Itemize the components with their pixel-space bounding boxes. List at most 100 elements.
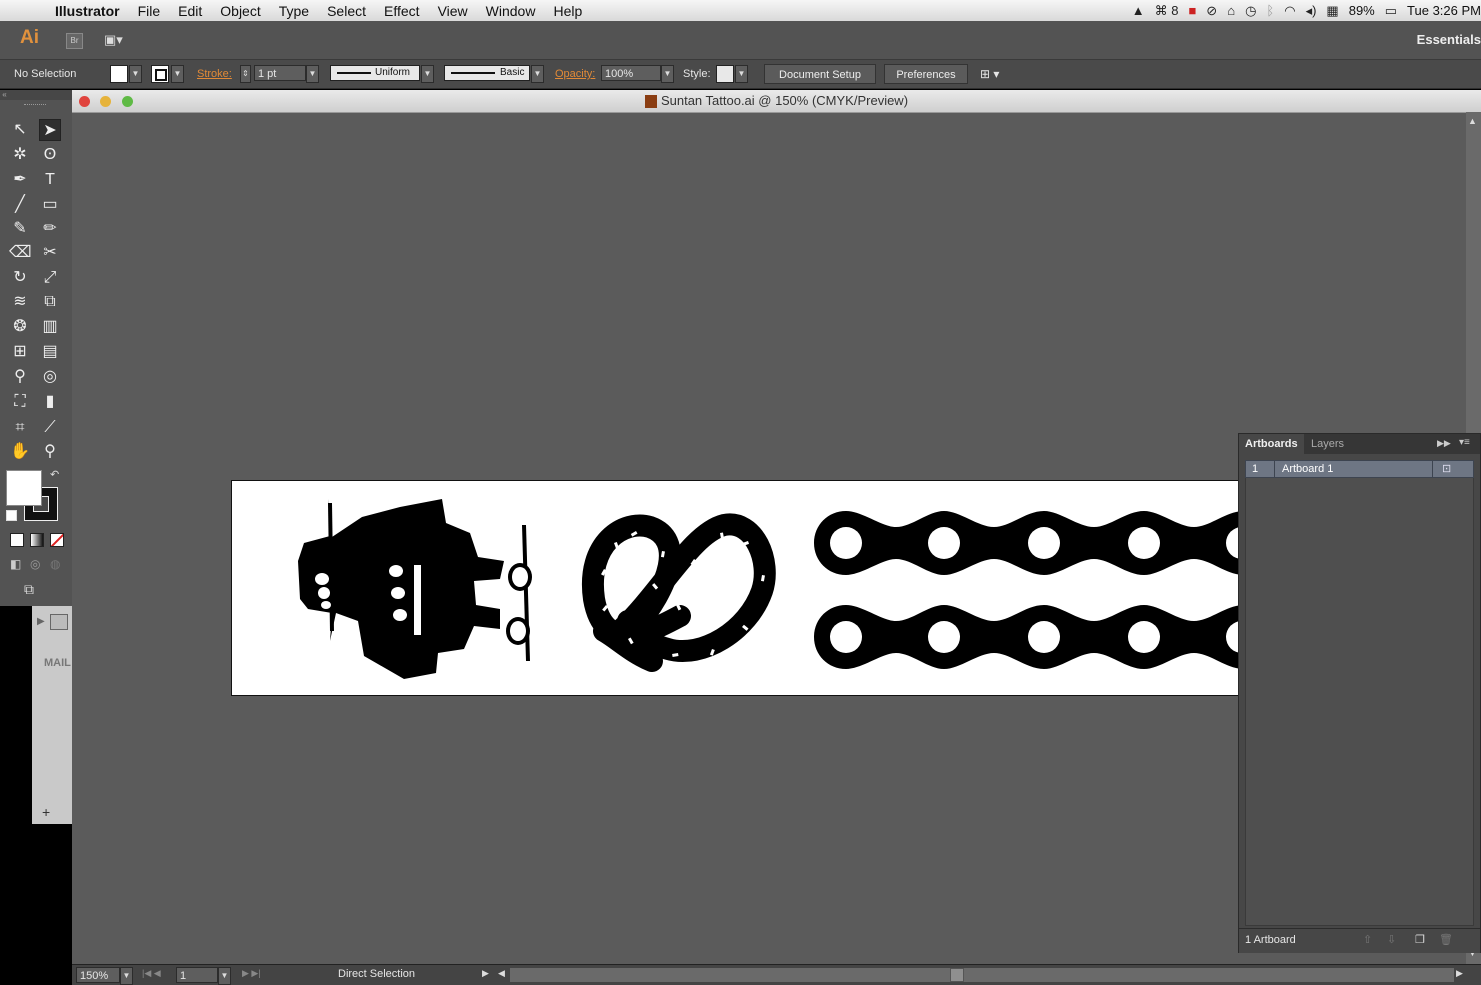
menu-view[interactable]: View xyxy=(429,3,477,19)
preferences-button[interactable]: Preferences xyxy=(884,64,968,84)
wifi-icon[interactable]: ◠ xyxy=(1284,3,1295,19)
stroke-weight-stepper[interactable]: ⇕ xyxy=(240,65,251,83)
zoom-dropdown[interactable]: ▼ xyxy=(120,967,133,985)
last-artboard-icon[interactable]: ▶ ▶| xyxy=(242,968,261,979)
tools-panel-header[interactable]: « xyxy=(0,90,72,100)
menu-type[interactable]: Type xyxy=(270,3,318,19)
menu-object[interactable]: Object xyxy=(211,3,269,19)
calendar-icon[interactable]: ▦ xyxy=(1326,3,1338,19)
horizontal-scroll-thumb[interactable] xyxy=(950,968,964,982)
draw-behind-icon[interactable]: ◎ xyxy=(30,557,40,571)
perspective-grid-tool-icon[interactable]: ▥ xyxy=(39,316,61,338)
delete-artboard-icon[interactable]: 🗑 xyxy=(1439,933,1453,946)
time-machine-icon[interactable]: ◷ xyxy=(1245,3,1256,19)
type-tool-icon[interactable]: T xyxy=(39,169,61,191)
line-segment-tool-icon[interactable]: ╱ xyxy=(9,194,31,216)
brush-dropdown[interactable]: ▼ xyxy=(531,65,544,83)
move-down-icon[interactable]: ⇩ xyxy=(1387,933,1396,946)
lasso-tool-icon[interactable]: ʘ xyxy=(39,144,61,166)
color-mode-icon[interactable] xyxy=(10,533,24,547)
swap-fill-stroke-icon[interactable]: ↶ xyxy=(50,468,59,481)
opacity-label[interactable]: Opacity: xyxy=(555,66,595,82)
first-artboard-icon[interactable]: |◀ ◀ xyxy=(142,968,161,979)
menu-app-illustrator[interactable]: Illustrator xyxy=(46,3,129,19)
move-up-icon[interactable]: ⇧ xyxy=(1363,933,1372,946)
menu-edit[interactable]: Edit xyxy=(169,3,211,19)
selection-tool-icon[interactable]: ↖ xyxy=(9,119,31,141)
artboard-number-field[interactable]: 1 xyxy=(176,967,218,983)
add-icon[interactable]: + xyxy=(42,804,50,820)
collapse-panel-icon[interactable]: ▶▶ xyxy=(1437,438,1451,449)
menu-file[interactable]: File xyxy=(129,3,170,19)
profile-dropdown[interactable]: ▼ xyxy=(421,65,434,83)
slice-tool-icon[interactable]: ⟋ xyxy=(39,417,61,439)
magic-wand-tool-icon[interactable]: ✲ xyxy=(9,144,31,166)
minimize-window-icon[interactable] xyxy=(100,96,111,107)
adobe-icon[interactable]: ⌘ 8 xyxy=(1155,3,1179,19)
paintbrush-tool-icon[interactable]: ✎ xyxy=(9,218,31,240)
column-graph-tool-icon[interactable]: ▮ xyxy=(39,391,61,413)
width-tool-icon[interactable]: ≋ xyxy=(9,291,31,313)
menu-help[interactable]: Help xyxy=(544,3,591,19)
draw-normal-icon[interactable]: ◧ xyxy=(10,557,21,571)
gradient-tool-icon[interactable]: ▤ xyxy=(39,341,61,363)
blob-brush-tool-icon[interactable]: ⌫ xyxy=(9,242,32,264)
default-fill-stroke-icon[interactable] xyxy=(6,510,17,521)
artboard-number-dropdown[interactable]: ▼ xyxy=(218,967,231,985)
document-setup-button[interactable]: Document Setup xyxy=(764,64,876,84)
gradient-mode-icon[interactable] xyxy=(30,533,44,547)
status-menu-icon[interactable]: ▶ xyxy=(482,968,489,979)
horizontal-scrollbar[interactable] xyxy=(510,968,1454,982)
scissors-tool-icon[interactable]: ✂ xyxy=(39,242,61,264)
artboard-row[interactable]: 1 Artboard 1 ⊡ xyxy=(1245,460,1474,478)
fill-swatch[interactable] xyxy=(110,65,128,83)
scroll-right-icon[interactable]: ▶ xyxy=(1456,968,1463,979)
new-artboard-icon[interactable]: ❐ xyxy=(1415,933,1425,946)
free-transform-tool-icon[interactable]: ⧉ xyxy=(39,291,61,313)
stroke-weight-dropdown[interactable]: ▼ xyxy=(306,65,319,83)
bike-chain-bottom[interactable] xyxy=(814,605,1239,669)
arrange-panel-icon[interactable]: ⊞ ▾ xyxy=(980,66,999,82)
hand-tool-icon[interactable]: ✋ xyxy=(9,441,31,463)
shape-builder-tool-icon[interactable]: ❂ xyxy=(9,316,31,338)
symbol-sprayer-tool-icon[interactable]: ⛶ xyxy=(9,391,31,413)
scale-tool-icon[interactable]: ⤢ xyxy=(39,267,61,289)
robot-artwork[interactable] xyxy=(298,499,532,679)
document-title-bar[interactable]: Suntan Tattoo.ai @ 150% (CMYK/Preview) xyxy=(72,90,1481,113)
rotate-tool-icon[interactable]: ↻ xyxy=(9,267,31,289)
inbox-icon[interactable] xyxy=(50,614,68,630)
volume-icon[interactable]: ◂) xyxy=(1306,3,1317,19)
stroke-color-dropdown[interactable]: ▼ xyxy=(171,65,184,83)
artboard-canvas[interactable] xyxy=(231,480,1240,696)
disclosure-triangle-icon[interactable]: ▶ xyxy=(37,616,45,627)
block-icon[interactable]: ⊘ xyxy=(1206,3,1217,19)
artboard-tool-icon[interactable]: ⌗ xyxy=(9,417,31,439)
menu-select[interactable]: Select xyxy=(318,3,375,19)
direct-selection-tool-icon[interactable]: ➤ xyxy=(39,119,61,141)
variable-width-profile[interactable]: Uniform xyxy=(330,65,420,81)
artboard-options-icon[interactable]: ⊡ xyxy=(1442,462,1451,475)
draw-inside-icon[interactable]: ◍ xyxy=(50,557,60,571)
battery-percent[interactable]: 89% xyxy=(1349,3,1375,18)
rectangle-tool-icon[interactable]: ▭ xyxy=(39,194,61,216)
red-app-icon[interactable]: ■ xyxy=(1188,3,1196,18)
close-window-icon[interactable] xyxy=(79,96,90,107)
go-to-bridge-button[interactable]: Br xyxy=(66,33,83,49)
screen-mode-icon[interactable]: ⧉ xyxy=(24,581,34,598)
opacity-dropdown[interactable]: ▼ xyxy=(661,65,674,83)
stroke-swatch[interactable] xyxy=(151,65,169,83)
bluetooth-icon[interactable]: ᛒ xyxy=(1266,3,1274,18)
fill-color-box[interactable] xyxy=(6,470,42,506)
arrange-documents-button[interactable]: ▣▾ xyxy=(104,32,132,48)
pencil-tool-icon[interactable]: ✏ xyxy=(39,218,61,240)
graphic-style-dropdown[interactable]: ▼ xyxy=(735,65,748,83)
scroll-left-icon[interactable]: ◀ xyxy=(498,968,505,979)
workspace-switcher[interactable]: Essentials xyxy=(1417,32,1481,47)
bike-chain-top[interactable] xyxy=(814,511,1239,575)
scroll-up-icon[interactable]: ▲ xyxy=(1468,116,1477,126)
brush-definition[interactable]: Basic xyxy=(444,65,530,81)
zoom-tool-icon[interactable]: ⚲ xyxy=(39,441,61,463)
menu-window[interactable]: Window xyxy=(477,3,545,19)
blend-tool-icon[interactable]: ◎ xyxy=(39,366,61,388)
clock[interactable]: Tue 3:26 PM xyxy=(1407,3,1481,18)
